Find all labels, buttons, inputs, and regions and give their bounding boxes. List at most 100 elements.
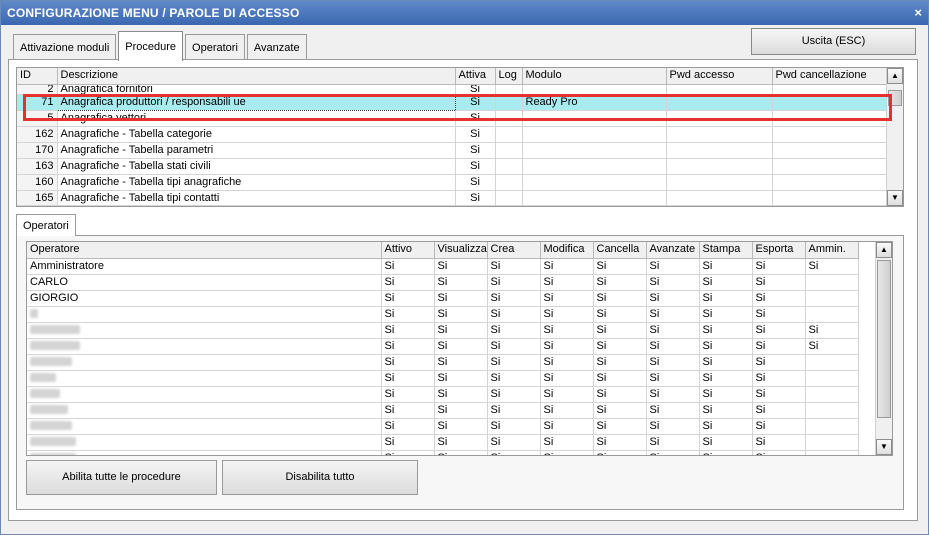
procedure-desc[interactable]: Anagrafiche - Tabella categorie <box>57 126 456 143</box>
permission-cell[interactable]: Si <box>381 386 435 403</box>
permission-cell[interactable]: Si <box>699 274 753 291</box>
procedure-attiva[interactable]: Si <box>455 190 496 206</box>
operator-row[interactable]: SiSiSiSiSiSiSiSi <box>27 418 859 435</box>
col-stampa[interactable]: Stampa <box>699 242 753 259</box>
operator-name[interactable] <box>27 338 382 355</box>
procedure-id[interactable]: 165 <box>17 190 58 206</box>
col-log[interactable]: Log <box>495 68 523 85</box>
exit-button[interactable]: Uscita (ESC) <box>751 28 916 55</box>
permission-cell[interactable]: Si <box>752 258 806 275</box>
permission-cell[interactable]: Si <box>752 402 806 419</box>
permission-cell[interactable]: Si <box>593 274 647 291</box>
col-attiva[interactable]: Attiva <box>455 68 496 85</box>
procedure-attiva[interactable]: Si <box>455 174 496 191</box>
procedure-pwd-accesso[interactable] <box>666 110 773 127</box>
scroll-thumb[interactable] <box>888 90 902 106</box>
procedure-row[interactable]: 165 Anagrafiche - Tabella tipi contatti Si <box>17 190 888 206</box>
col-pwd-accesso[interactable]: Pwd accesso <box>666 68 773 85</box>
procedure-pwd-accesso[interactable] <box>666 158 773 175</box>
permission-cell[interactable]: Si <box>540 418 594 435</box>
procedure-desc[interactable]: Anagrafiche - Tabella tipi contatti <box>57 190 456 206</box>
operator-row[interactable]: SiSiSiSiSiSiSiSi <box>27 450 859 455</box>
operator-row[interactable]: SiSiSiSiSiSiSiSi <box>27 386 859 403</box>
permission-cell[interactable]: Si <box>434 290 488 307</box>
permission-cell[interactable]: Si <box>646 402 700 419</box>
col-visualizza[interactable]: Visualizza <box>434 242 488 259</box>
disable-all-button[interactable]: Disabilita tutto <box>222 460 418 495</box>
enable-all-button[interactable]: Abilita tutte le procedure <box>26 460 217 495</box>
permission-cell[interactable]: Si <box>540 338 594 355</box>
procedure-id[interactable]: 2 <box>17 84 58 95</box>
procedure-desc[interactable]: Anagrafiche - Tabella stati civili <box>57 158 456 175</box>
permission-cell[interactable]: Si <box>646 370 700 387</box>
permission-cell[interactable]: Si <box>593 450 647 455</box>
permission-cell[interactable]: Si <box>593 418 647 435</box>
procedure-desc[interactable]: Anagrafica fornitori <box>57 84 456 95</box>
operator-name[interactable] <box>27 418 382 435</box>
procedure-pwd-accesso[interactable] <box>666 94 773 111</box>
procedure-desc[interactable]: Anagrafiche - Tabella tipi anagrafiche <box>57 174 456 191</box>
permission-cell[interactable] <box>805 434 859 451</box>
operator-row[interactable]: SiSiSiSiSiSiSiSi <box>27 434 859 451</box>
col-pwd-cancellazione[interactable]: Pwd cancellazione <box>772 68 888 85</box>
permission-cell[interactable]: Si <box>434 258 488 275</box>
permission-cell[interactable] <box>805 290 859 307</box>
operator-row[interactable]: Amministratore Si Si Si Si Si Si Si Si Si <box>27 258 859 275</box>
permission-cell[interactable]: Si <box>752 322 806 339</box>
permission-cell[interactable]: Si <box>487 290 541 307</box>
permission-cell[interactable]: Si <box>540 322 594 339</box>
permission-cell[interactable]: Si <box>699 450 753 455</box>
operator-name[interactable]: GIORGIO <box>27 290 382 307</box>
permission-cell[interactable]: Si <box>381 354 435 371</box>
permission-cell[interactable]: Si <box>434 418 488 435</box>
tab-avanzate[interactable]: Avanzate <box>246 34 307 61</box>
procedure-pwd-cancellazione[interactable] <box>772 94 888 111</box>
col-cancella[interactable]: Cancella <box>593 242 647 259</box>
scroll-up-icon[interactable]: ▲ <box>887 68 903 84</box>
procedure-log[interactable] <box>495 158 523 175</box>
permission-cell[interactable]: Si <box>381 418 435 435</box>
permission-cell[interactable] <box>805 418 859 435</box>
col-avanzate[interactable]: Avanzate <box>646 242 700 259</box>
permission-cell[interactable]: Si <box>805 258 859 275</box>
permission-cell[interactable]: Si <box>434 402 488 419</box>
permission-cell[interactable]: Si <box>593 386 647 403</box>
close-icon[interactable]: × <box>914 1 922 25</box>
permission-cell[interactable]: Si <box>487 306 541 323</box>
operator-name[interactable] <box>27 386 382 403</box>
permission-cell[interactable]: Si <box>752 434 806 451</box>
permission-cell[interactable]: Si <box>646 354 700 371</box>
permission-cell[interactable] <box>805 450 859 455</box>
scroll-down-icon[interactable]: ▼ <box>887 190 903 206</box>
operator-row[interactable]: Si Si Si Si Si Si Si Si Si <box>27 322 859 339</box>
permission-cell[interactable]: Si <box>487 258 541 275</box>
procedure-id[interactable]: 5 <box>17 110 58 127</box>
procedure-attiva[interactable]: Si <box>455 142 496 159</box>
permission-cell[interactable]: Si <box>593 434 647 451</box>
permission-cell[interactable]: Si <box>434 306 488 323</box>
procedure-log[interactable] <box>495 190 523 206</box>
procedure-modulo[interactable]: Ready Pro <box>522 94 667 111</box>
permission-cell[interactable]: Si <box>593 370 647 387</box>
procedure-desc[interactable]: Anagrafiche - Tabella parametri <box>57 142 456 159</box>
permission-cell[interactable]: Si <box>699 290 753 307</box>
operator-name[interactable] <box>27 434 382 451</box>
tab-procedure[interactable]: Procedure <box>118 31 184 61</box>
scroll-thumb[interactable] <box>877 260 891 418</box>
procedure-pwd-cancellazione[interactable] <box>772 126 888 143</box>
permission-cell[interactable]: Si <box>540 258 594 275</box>
operator-row[interactable]: SiSiSiSiSiSiSiSi <box>27 370 859 387</box>
permission-cell[interactable]: Si <box>593 322 647 339</box>
permission-cell[interactable] <box>805 306 859 323</box>
permission-cell[interactable]: Si <box>381 274 435 291</box>
permission-cell[interactable]: Si <box>646 450 700 455</box>
permission-cell[interactable]: Si <box>699 434 753 451</box>
permission-cell[interactable]: Si <box>699 402 753 419</box>
permission-cell[interactable]: Si <box>593 338 647 355</box>
operator-name[interactable] <box>27 322 382 339</box>
col-attivo[interactable]: Attivo <box>381 242 435 259</box>
procedure-id[interactable]: 162 <box>17 126 58 143</box>
permission-cell[interactable]: Si <box>434 274 488 291</box>
procedure-id[interactable]: 170 <box>17 142 58 159</box>
permission-cell[interactable]: Si <box>487 450 541 455</box>
